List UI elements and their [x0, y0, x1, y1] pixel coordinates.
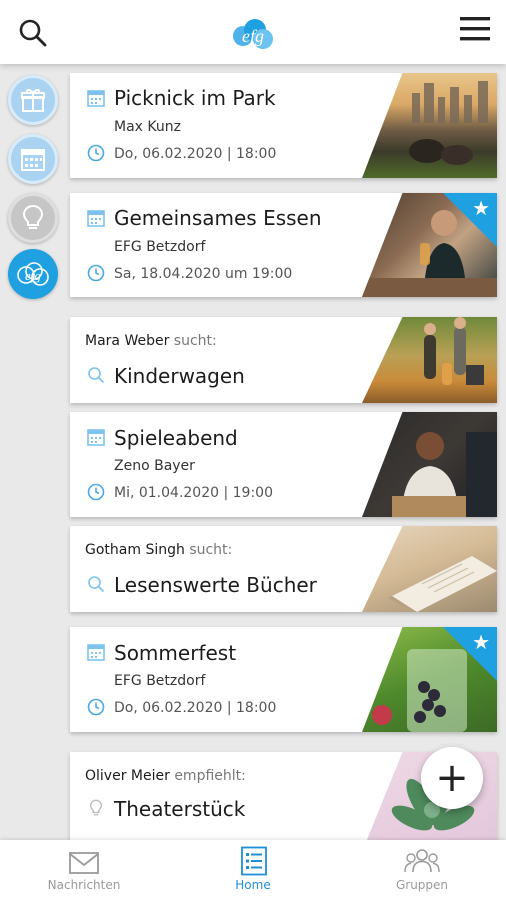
gift-filter-button[interactable] — [8, 75, 58, 125]
nav-groups-label: Gruppen — [395, 878, 449, 892]
event-card[interactable]: Spieleabend Zeno Bayer Mi, 01.04.2020 | … — [70, 412, 497, 517]
search-icon — [88, 367, 105, 384]
bottom-navigation: Nachrichten Home Gruppen — [0, 840, 506, 900]
lightbulb-icon — [22, 204, 44, 229]
search-icon — [88, 576, 105, 593]
recommendation-author: Oliver Meier empfiehlt: — [85, 768, 246, 784]
calendar-icon — [87, 210, 105, 227]
event-date: Sa, 18.04.2020 um 19:00 — [114, 266, 293, 282]
event-organizer: EFG Betzdorf — [114, 239, 206, 255]
event-organizer: Max Kunz — [114, 119, 181, 135]
nav-messages[interactable]: Nachrichten — [0, 840, 168, 900]
nav-groups[interactable]: Gruppen — [338, 840, 506, 900]
add-button[interactable]: + — [421, 747, 483, 809]
envelope-icon — [69, 852, 99, 874]
request-card[interactable]: Gotham Singh sucht: Lesenswerte Bücher — [70, 526, 497, 612]
request-author: Mara Weber sucht: — [85, 333, 217, 349]
star-icon[interactable]: ★ — [472, 198, 490, 218]
search-icon[interactable] — [18, 18, 48, 48]
efg-logo-icon: efg — [17, 262, 49, 286]
event-image — [362, 73, 497, 178]
clock-icon — [87, 264, 105, 282]
event-card[interactable]: Sommerfest EFG Betzdorf Do, 06.02.2020 |… — [70, 627, 497, 732]
clock-icon — [87, 483, 105, 501]
request-verb: sucht: — [173, 333, 217, 349]
person-name: Gotham Singh — [85, 542, 185, 558]
event-title: Gemeinsames Essen — [114, 206, 322, 230]
filter-rail: efg — [0, 64, 66, 840]
group-icon — [404, 849, 440, 873]
event-date: Do, 06.02.2020 | 18:00 — [114, 146, 277, 162]
calendar-filter-button[interactable] — [8, 134, 58, 184]
nav-home[interactable]: Home — [169, 840, 337, 900]
event-image — [362, 412, 497, 517]
event-organizer: EFG Betzdorf — [114, 673, 206, 689]
svg-text:efg: efg — [242, 26, 264, 46]
request-image — [362, 317, 497, 403]
list-icon — [241, 846, 267, 876]
request-verb: sucht: — [189, 542, 233, 558]
hamburger-menu-icon[interactable] — [460, 16, 490, 42]
lightbulb-icon — [89, 799, 103, 816]
person-name: Mara Weber — [85, 333, 170, 349]
efg-logo[interactable]: efg — [229, 14, 277, 54]
request-title: Kinderwagen — [114, 364, 245, 388]
calendar-icon — [87, 429, 105, 446]
recommendation-title: Theaterstück — [114, 797, 246, 821]
event-date: Mi, 01.04.2020 | 19:00 — [114, 485, 273, 501]
nav-messages-label: Nachrichten — [47, 878, 121, 892]
event-date: Do, 06.02.2020 | 18:00 — [114, 700, 277, 716]
request-card[interactable]: Mara Weber sucht: Kinderwagen — [70, 317, 497, 403]
recommendation-verb: empfiehlt: — [174, 768, 246, 784]
star-icon[interactable]: ★ — [472, 632, 490, 652]
clock-icon — [87, 144, 105, 162]
person-name: Oliver Meier — [85, 768, 170, 784]
request-title: Lesenswerte Bücher — [114, 573, 317, 597]
event-card[interactable]: Picknick im Park Max Kunz Do, 06.02.2020… — [70, 73, 497, 178]
gift-icon — [21, 89, 45, 112]
lightbulb-filter-button[interactable] — [8, 193, 58, 243]
event-title: Spieleabend — [114, 426, 238, 450]
event-title: Sommerfest — [114, 641, 237, 665]
calendar-icon — [87, 90, 105, 107]
nav-home-label: Home — [235, 878, 271, 892]
request-image — [362, 526, 497, 612]
event-organizer: Zeno Bayer — [114, 458, 195, 474]
clock-icon — [87, 698, 105, 716]
svg-text:efg: efg — [25, 268, 41, 283]
calendar-icon — [87, 644, 105, 661]
request-author: Gotham Singh sucht: — [85, 542, 232, 558]
event-card[interactable]: Gemeinsames Essen EFG Betzdorf Sa, 18.04… — [70, 193, 497, 297]
event-title: Picknick im Park — [114, 86, 276, 110]
efg-filter-button[interactable]: efg — [8, 249, 58, 299]
top-app-bar: efg — [0, 0, 506, 64]
calendar-icon — [21, 149, 45, 171]
